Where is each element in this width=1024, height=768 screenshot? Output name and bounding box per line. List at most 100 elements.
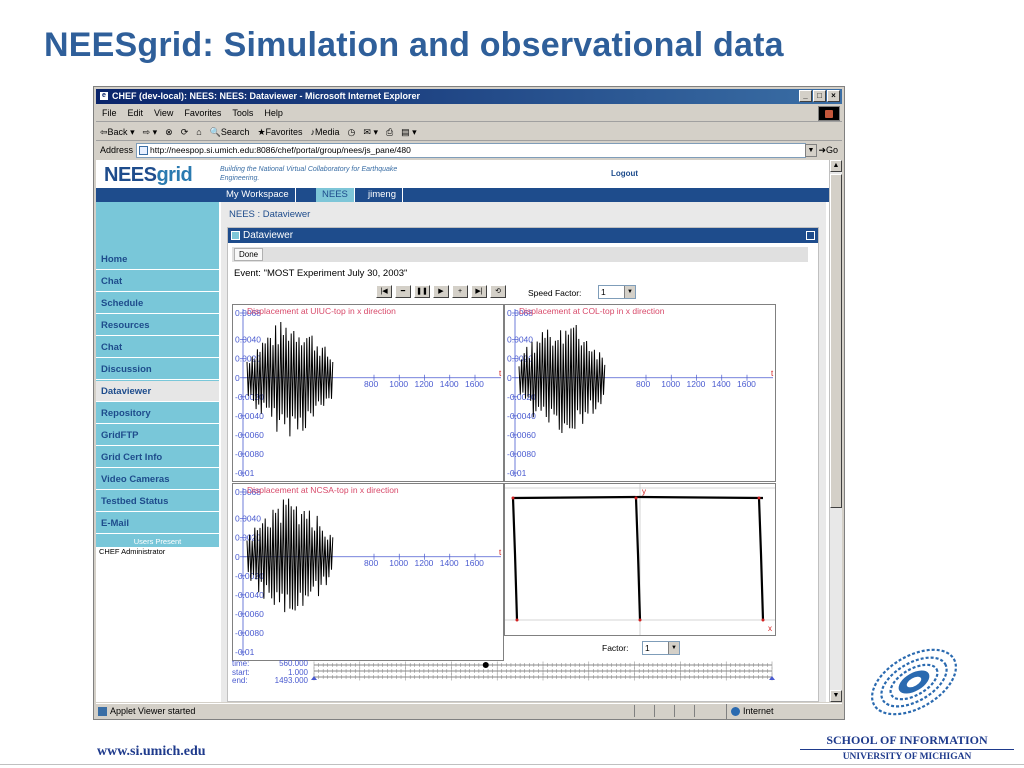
page-icon xyxy=(139,146,148,155)
sidebar-item-dataviewer[interactable]: Dataviewer xyxy=(96,381,219,402)
logout-link[interactable]: Logout xyxy=(611,169,638,178)
portal-header: NEESgrid Building the National Virtual C… xyxy=(96,160,829,190)
y-tick-label: -0.01 xyxy=(235,468,255,478)
menu-bar: File Edit View Favorites Tools Help xyxy=(96,105,842,122)
footer-url[interactable]: www.si.umich.edu xyxy=(97,744,206,760)
sidebar-item-repository[interactable]: Repository xyxy=(96,403,219,424)
stop-playback-button[interactable]: ━ xyxy=(395,285,411,298)
y-tick-label: -0.01 xyxy=(235,647,255,657)
plot-title: Displacement at NCSA-top in x direction xyxy=(247,485,399,495)
mail-button[interactable]: ✉ ▾ xyxy=(363,123,378,140)
history-button[interactable]: ◷ xyxy=(348,123,356,140)
frame-column-left xyxy=(511,497,519,621)
y-tick-label: -0.0060 xyxy=(507,430,536,440)
stop-button[interactable]: ⊗ xyxy=(165,123,173,140)
menu-tools[interactable]: Tools xyxy=(232,105,253,121)
back-button[interactable]: ⇦Back ▾ xyxy=(100,123,135,140)
home-button[interactable]: ⌂ xyxy=(196,123,201,140)
school-name: SCHOOL OF INFORMATION UNIVERSITY OF MICH… xyxy=(800,733,1014,762)
print-button[interactable]: ⎙ xyxy=(386,123,393,140)
time-sliders[interactable] xyxy=(228,660,818,690)
maximize-button[interactable]: □ xyxy=(813,90,826,102)
scroll-up-icon[interactable]: ▲ xyxy=(830,160,842,172)
breadcrumb: NEES : Dataviewer xyxy=(229,209,311,220)
chart-svg: 0.00680.00400.00200-0.0020-0.0040-0.0060… xyxy=(235,485,502,657)
site-tabs: My Workspace NEES jimeng xyxy=(96,188,829,202)
close-button[interactable]: × xyxy=(827,90,840,102)
menu-view[interactable]: View xyxy=(154,105,173,121)
sidebar-item-chat-2[interactable]: Chat xyxy=(96,337,219,358)
scroll-thumb[interactable] xyxy=(830,174,842,508)
scroll-down-icon[interactable]: ▼ xyxy=(830,690,842,702)
frame-node xyxy=(761,618,765,622)
step-forward-button[interactable]: + xyxy=(452,285,468,298)
footer-divider xyxy=(0,764,1024,765)
menu-file[interactable]: File xyxy=(102,105,117,121)
factor-select[interactable]: 1 ▼ xyxy=(642,641,680,655)
sidebar-item-testbed-status[interactable]: Testbed Status xyxy=(96,491,219,512)
sidebar-item-email[interactable]: E-Mail xyxy=(96,513,219,534)
frame-node xyxy=(511,496,515,500)
search-button[interactable]: 🔍Search xyxy=(210,123,250,140)
window-buttons: _ □ × xyxy=(799,90,840,102)
speed-factor-select[interactable]: 1 ▼ xyxy=(598,285,636,299)
sidebar-item-chat[interactable]: Chat xyxy=(96,271,219,292)
slide-title: NEESgrid: Simulation and observational d… xyxy=(44,26,784,64)
sidebar-item-grid-cert-info[interactable]: Grid Cert Info xyxy=(96,447,219,468)
forward-button[interactable]: ⇨ ▾ xyxy=(143,123,158,140)
start-marker xyxy=(311,676,317,680)
refresh-button[interactable]: ⟳ xyxy=(181,123,189,140)
vertical-scrollbar[interactable]: ▲ ▼ xyxy=(829,160,842,702)
go-button[interactable]: ➜Go xyxy=(818,142,838,159)
playback-controls: |◀ ━ ❚❚ ▶ + ▶| ⟲ xyxy=(376,285,506,298)
sidebar-item-schedule[interactable]: Schedule xyxy=(96,293,219,314)
x-tick-label: 1400 xyxy=(712,379,731,389)
sidebar-item-gridftp[interactable]: GridFTP xyxy=(96,425,219,446)
user-item: CHEF Administrator xyxy=(99,547,166,556)
panel-icon xyxy=(231,231,240,240)
media-button[interactable]: ♪Media xyxy=(311,123,340,140)
frame-node xyxy=(638,618,642,622)
favorites-button[interactable]: ★Favorites xyxy=(257,123,302,140)
applet-status-bar: Done xyxy=(232,247,808,262)
address-input[interactable]: http://neespop.si.umich.edu:8086/chef/po… xyxy=(136,143,817,158)
y-tick-label: 0.0040 xyxy=(507,335,533,345)
minimize-button[interactable]: _ xyxy=(799,90,812,102)
frame-y-marker: y xyxy=(642,487,646,496)
address-label: Address xyxy=(100,145,134,155)
play-button[interactable]: ▶ xyxy=(433,285,449,298)
edit-button[interactable]: ▤ ▾ xyxy=(401,123,417,140)
pause-button[interactable]: ❚❚ xyxy=(414,285,430,298)
address-dropdown-icon[interactable]: ▼ xyxy=(805,144,817,157)
frame-column-right xyxy=(757,497,765,621)
loop-button[interactable]: ⟲ xyxy=(490,285,506,298)
x-tick-label: 1200 xyxy=(415,558,434,568)
skip-to-end-button[interactable]: ▶| xyxy=(471,285,487,298)
tab-jimeng[interactable]: jimeng xyxy=(362,188,403,202)
internet-zone: Internet xyxy=(726,704,836,719)
maximize-panel-icon[interactable] xyxy=(806,231,815,240)
x-axis-marker: t xyxy=(499,548,502,557)
page-viewport: NEESgrid Building the National Virtual C… xyxy=(96,160,829,702)
x-tick-label: 1600 xyxy=(465,379,484,389)
menu-help[interactable]: Help xyxy=(264,105,283,121)
menu-edit[interactable]: Edit xyxy=(128,105,144,121)
y-tick-label: -0.0060 xyxy=(235,430,264,440)
tab-my-workspace[interactable]: My Workspace xyxy=(220,188,296,202)
x-axis-marker: t xyxy=(771,369,774,378)
sidebar-item-discussion[interactable]: Discussion xyxy=(96,359,219,380)
sidebar-item-home[interactable]: Home xyxy=(96,249,219,270)
plot-title: Displacement at COL-top in x direction xyxy=(519,306,665,316)
dataviewer-panel: Dataviewer Done Event: "MOST Experiment … xyxy=(227,227,819,702)
menu-favorites[interactable]: Favorites xyxy=(184,105,221,121)
tab-nees[interactable]: NEES xyxy=(316,188,355,202)
dropdown-arrow-icon: ▼ xyxy=(624,286,635,298)
skip-to-start-button[interactable]: |◀ xyxy=(376,285,392,298)
sidebar-item-resources[interactable]: Resources xyxy=(96,315,219,336)
done-button[interactable]: Done xyxy=(234,248,264,261)
sidebar-item-video-cameras[interactable]: Video Cameras xyxy=(96,469,219,490)
x-tick-label: 1600 xyxy=(737,379,756,389)
chart-svg: 0.00680.00400.00200-0.0020-0.0040-0.0060… xyxy=(235,306,502,478)
x-tick-label: 1400 xyxy=(440,379,459,389)
y-tick-label: 0 xyxy=(507,373,512,383)
